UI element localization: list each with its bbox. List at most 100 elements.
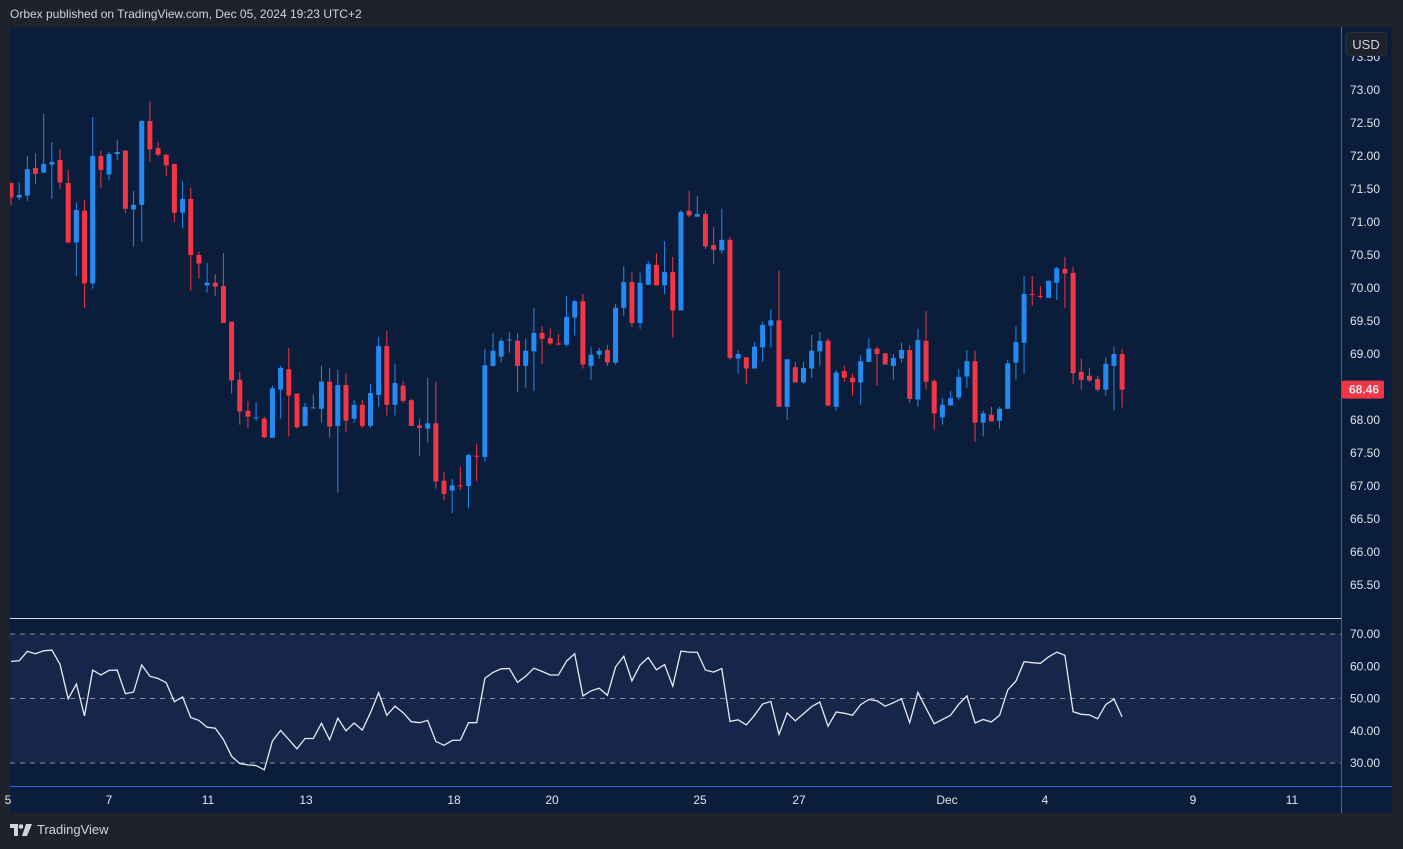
candle-body: [923, 340, 929, 382]
candle: [269, 385, 275, 438]
rsi-tick-label: 50.00: [1350, 692, 1380, 706]
candle: [1111, 346, 1117, 411]
candle: [384, 330, 390, 416]
candle: [972, 350, 978, 442]
price-tick-label: 69.00: [1350, 347, 1380, 361]
candle-body: [212, 282, 218, 287]
candle-body: [90, 156, 96, 284]
candle: [629, 272, 635, 327]
candle-body: [41, 163, 47, 173]
candle-body: [351, 404, 357, 419]
chart-canvas[interactable]: 73.5073.0072.5072.0071.5071.0070.5070.00…: [0, 0, 1403, 849]
candle: [16, 182, 22, 201]
rsi-axis: 70.00 60.00 50.00 40.00 30.00: [1350, 627, 1380, 770]
candle: [850, 373, 856, 396]
candle: [180, 181, 186, 228]
price-tick-label: 68.00: [1350, 413, 1380, 427]
time-tick-label: 25: [693, 793, 707, 807]
candle-body: [384, 346, 390, 405]
candle-body: [171, 163, 177, 213]
candle: [1054, 266, 1060, 300]
tradingview-logo[interactable]: TradingView: [10, 822, 109, 837]
rsi-tick-label: 70.00: [1350, 627, 1380, 641]
candle-body: [10, 183, 14, 198]
candle: [163, 154, 169, 176]
candle-body: [711, 245, 717, 250]
candle: [90, 117, 96, 289]
price-tick-label: 67.00: [1350, 479, 1380, 493]
candle: [131, 190, 137, 247]
candle-body: [662, 272, 668, 286]
rsi-tick-label: 30.00: [1350, 756, 1380, 770]
candle: [278, 365, 284, 419]
candle: [678, 210, 684, 311]
candle: [400, 381, 406, 403]
candle-body: [964, 361, 970, 377]
candle-body: [972, 361, 978, 423]
candle-body: [1086, 375, 1092, 381]
candle-body: [907, 350, 913, 399]
candle: [645, 260, 651, 285]
candle-body: [261, 418, 267, 438]
candle: [188, 187, 194, 291]
candle-body: [196, 255, 202, 264]
candle-body: [743, 357, 749, 369]
candle-body: [939, 404, 945, 418]
time-axis[interactable]: 5 7 11 13 18 20 25 27 Dec 4 9 11: [5, 793, 1299, 807]
candle-body: [523, 350, 529, 366]
candle: [376, 336, 382, 407]
price-axis[interactable]: 73.5073.0072.5072.0071.5071.0070.5070.00…: [1350, 50, 1380, 592]
candle: [1103, 357, 1109, 396]
candle: [441, 472, 447, 501]
candle: [997, 406, 1003, 429]
candle: [596, 348, 602, 359]
candle: [327, 367, 333, 438]
candle-body: [457, 485, 463, 487]
candle-body: [988, 414, 994, 422]
candle-body: [572, 301, 578, 318]
candle-body: [547, 338, 553, 344]
candle-body: [833, 372, 839, 407]
footer-brand: TradingView: [37, 822, 109, 837]
candle-body: [220, 286, 226, 323]
candle-body: [204, 282, 210, 286]
candle-body: [1037, 295, 1043, 297]
time-tick-label: 9: [1190, 793, 1197, 807]
currency-button[interactable]: USD: [1345, 32, 1387, 56]
candle: [988, 406, 994, 422]
candle: [318, 365, 324, 423]
candle: [245, 400, 251, 428]
candle: [931, 379, 937, 430]
candle-body: [1111, 354, 1117, 366]
candle-body: [629, 282, 635, 323]
candle: [768, 309, 774, 348]
candle: [817, 332, 823, 366]
candle-body: [24, 169, 30, 196]
price-tick-label: 71.00: [1350, 215, 1380, 229]
candle-body: [1119, 354, 1125, 390]
candle: [82, 200, 88, 308]
candle-body: [237, 379, 243, 412]
candle: [1062, 256, 1068, 308]
candle: [735, 350, 741, 374]
price-tick-label: 72.00: [1350, 149, 1380, 163]
candle-body: [784, 359, 790, 407]
candle-body: [1062, 268, 1068, 274]
candle-body: [33, 167, 39, 174]
candle-body: [506, 339, 512, 341]
candle: [294, 393, 300, 429]
candle-body: [49, 161, 55, 165]
last-price-label: 68.46: [1342, 380, 1384, 399]
candle: [310, 394, 316, 409]
candle: [686, 190, 692, 218]
rsi-panel: [10, 633, 1341, 771]
time-tick-label: 4: [1042, 793, 1049, 807]
candle: [890, 354, 896, 380]
candle: [73, 202, 79, 277]
candle-body: [73, 210, 79, 243]
candle: [261, 416, 267, 439]
time-tick-label: 11: [202, 793, 215, 807]
candle: [229, 321, 235, 394]
candle: [425, 377, 431, 443]
rsi-tick-label: 60.00: [1350, 659, 1380, 673]
